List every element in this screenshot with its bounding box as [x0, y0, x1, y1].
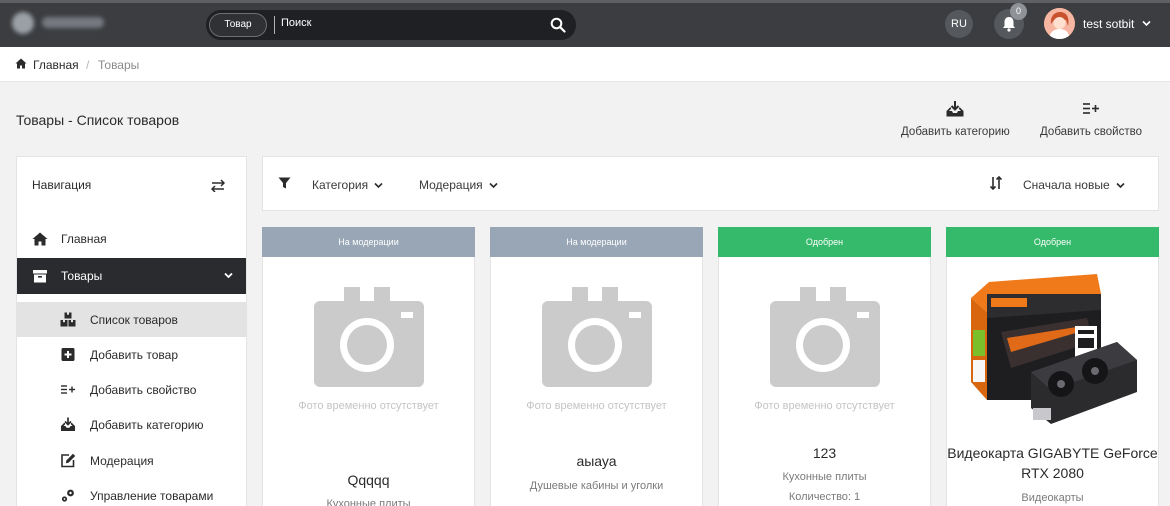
sidebar-subitem-label: Добавить товар — [90, 348, 178, 362]
sidebar-subitem-moderation[interactable]: Модерация — [17, 443, 246, 478]
sidebar-item-home[interactable]: Главная — [17, 221, 246, 257]
product-category: Кухонные плиты — [326, 498, 411, 506]
breadcrumb-home-link[interactable]: Главная — [33, 58, 79, 72]
sidebar-subitem-label: Модерация — [90, 454, 154, 468]
breadcrumb-current: Товары — [98, 58, 140, 72]
product-card[interactable]: На модерации Фото временно отсутствует а… — [490, 227, 703, 506]
product-name[interactable]: аыауа — [491, 451, 702, 471]
sidebar-subitem-add-product[interactable]: Добавить товар — [17, 337, 246, 372]
sidebar-item-label: Главная — [61, 232, 107, 246]
user-name[interactable]: test sotbit — [1083, 17, 1134, 31]
sidebar-heading: Навигация — [32, 178, 92, 192]
avatar[interactable] — [1044, 8, 1075, 39]
boxes-icon — [60, 312, 76, 327]
sidebar: Навигация Главная Товары Список товаров … — [16, 156, 247, 506]
product-card[interactable]: Одобрен Видеокарта GIGABYTE GeForce RTX … — [946, 227, 1159, 506]
sidebar-subitem-label: Список товаров — [90, 313, 178, 327]
add-category-button[interactable]: Добавить категорию — [901, 100, 1010, 138]
inbox-download-icon — [61, 417, 75, 431]
search-input[interactable]: Поиск — [281, 17, 311, 29]
moderation-filter-dropdown[interactable]: Модерация — [419, 178, 498, 192]
chevron-down-icon — [1116, 183, 1125, 189]
product-category: Кухонные плиты — [782, 471, 867, 483]
moderation-filter-label: Модерация — [419, 178, 483, 192]
top-strip — [0, 0, 1170, 3]
sidebar-subitem-product-management[interactable]: Управление товарами — [17, 478, 246, 506]
sidebar-item-products[interactable]: Товары — [17, 258, 246, 294]
product-card[interactable]: Одобрен Фото временно отсутствует 123 Ку… — [718, 227, 931, 506]
chevron-down-icon — [224, 272, 233, 279]
status-badge: Одобрен — [946, 227, 1159, 257]
camera-icon — [314, 287, 424, 387]
add-category-label: Добавить категорию — [901, 126, 1010, 138]
logo[interactable] — [12, 10, 110, 36]
search-scope-button[interactable]: Товар — [209, 13, 267, 37]
list-plus-icon — [61, 385, 75, 394]
sidebar-item-label: Товары — [61, 269, 103, 283]
notification-count-badge: 0 — [1010, 3, 1027, 20]
search-icon[interactable] — [550, 17, 566, 33]
add-property-button[interactable]: Добавить свойство — [1040, 100, 1142, 138]
camera-icon — [542, 287, 652, 387]
status-badge: На модерации — [262, 227, 475, 257]
product-category: Душевые кабины и уголки — [529, 480, 664, 492]
product-name[interactable]: 123 — [719, 443, 930, 463]
sidebar-subitem-add-category[interactable]: Добавить категорию — [17, 407, 246, 442]
home-icon — [15, 58, 27, 69]
plus-square-icon — [61, 348, 75, 361]
filter-icon — [278, 177, 291, 189]
box-icon — [33, 270, 47, 283]
category-filter-dropdown[interactable]: Категория — [312, 178, 383, 192]
chevron-down-icon — [489, 183, 498, 189]
inbox-download-icon — [946, 101, 964, 117]
list-plus-icon — [1082, 103, 1099, 114]
search-bar: Товар Поиск — [206, 10, 576, 40]
sidebar-subitem-add-property[interactable]: Добавить свойство — [17, 372, 246, 407]
product-image — [971, 274, 1137, 424]
home-icon — [32, 232, 48, 246]
sort-dropdown[interactable]: Сначала новые — [1023, 178, 1125, 192]
product-quantity: Количество: 1 — [788, 491, 861, 503]
product-category: Видеокарты — [1021, 492, 1084, 504]
sidebar-subitem-product-list[interactable]: Список товаров — [17, 302, 246, 337]
breadcrumb-separator: / — [86, 58, 90, 72]
status-badge: На модерации — [490, 227, 703, 257]
chevron-down-icon[interactable] — [1142, 20, 1151, 27]
sidebar-subitem-label: Управление товарами — [90, 489, 214, 503]
category-filter-label: Категория — [312, 178, 369, 192]
swap-arrows-icon[interactable] — [211, 179, 225, 192]
sidebar-subitem-label: Добавить категорию — [90, 418, 204, 432]
sort-label: Сначала новые — [1023, 178, 1110, 192]
gears-icon — [61, 489, 74, 502]
no-photo-text: Фото временно отсутствует — [298, 400, 439, 412]
page-title: Товары - Список товаров — [16, 112, 180, 128]
product-name[interactable]: Qqqqq — [263, 470, 474, 490]
filter-bar: Категория Модерация Сначала новые — [262, 156, 1159, 211]
product-name[interactable]: Видеокарта GIGABYTE GeForce RTX 2080 — [947, 443, 1158, 483]
add-property-label: Добавить свойство — [1040, 126, 1142, 138]
no-photo-text: Фото временно отсутствует — [526, 400, 667, 412]
top-bar: Товар Поиск RU 0 test sotbit — [0, 0, 1170, 47]
sort-icon — [990, 176, 1002, 190]
no-photo-text: Фото временно отсутствует — [754, 400, 895, 412]
status-badge: Одобрен — [718, 227, 931, 257]
search-divider — [274, 16, 275, 34]
edit-icon — [61, 453, 76, 468]
sidebar-subitem-label: Добавить свойство — [90, 383, 197, 397]
chevron-down-icon — [374, 183, 383, 189]
product-card[interactable]: На модерации Фото временно отсутствует Q… — [262, 227, 475, 506]
language-switcher[interactable]: RU — [945, 10, 973, 38]
breadcrumb: Главная / Товары — [0, 47, 1170, 82]
camera-icon — [770, 287, 880, 387]
